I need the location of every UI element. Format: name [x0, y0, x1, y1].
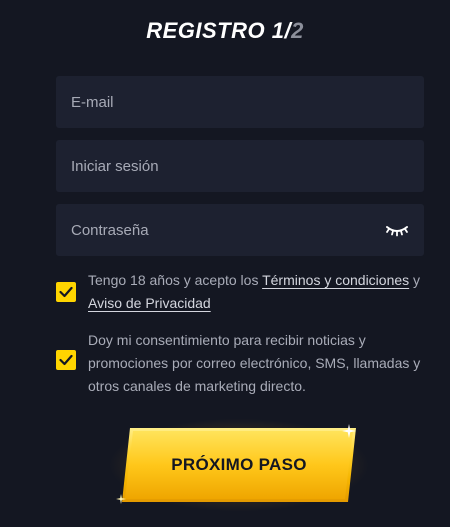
terms-link[interactable]: Términos y condiciones [262, 272, 409, 288]
marketing-checkbox[interactable] [56, 350, 76, 370]
eye-closed-icon[interactable] [385, 220, 409, 240]
terms-checkbox[interactable] [56, 282, 76, 302]
login-field-container [56, 140, 424, 192]
marketing-consent-row: Doy mi consentimiento para recibir notic… [56, 329, 433, 398]
title-total: 2 [291, 18, 304, 43]
checkmark-icon [59, 286, 73, 298]
next-step-button[interactable]: PRÓXIMO PASO [108, 418, 370, 512]
next-step-label: PRÓXIMO PASO [171, 455, 307, 474]
terms-text-and: y [409, 272, 421, 288]
password-input[interactable] [71, 221, 361, 239]
email-input[interactable] [71, 93, 361, 111]
checkmark-icon [59, 354, 73, 366]
title-step: REGISTRO 1 [146, 18, 285, 43]
terms-consent-text: Tengo 18 años y acepto los Términos y co… [88, 269, 433, 315]
login-input[interactable] [71, 157, 361, 175]
marketing-consent-text: Doy mi consentimiento para recibir notic… [88, 332, 421, 394]
sparkle-icon [116, 494, 126, 504]
page-title: REGISTRO 1/2 [0, 18, 450, 44]
sparkle-icon [342, 424, 356, 438]
email-field-container [56, 76, 424, 128]
registration-page: REGISTRO 1/2 Tengo 18 años y acepto [0, 0, 450, 527]
privacy-link[interactable]: Aviso de Privacidad [88, 295, 211, 311]
terms-text-before: Tengo 18 años y acepto los [88, 272, 263, 288]
terms-consent-row: Tengo 18 años y acepto los Términos y co… [56, 269, 433, 315]
password-field-container [56, 204, 424, 256]
